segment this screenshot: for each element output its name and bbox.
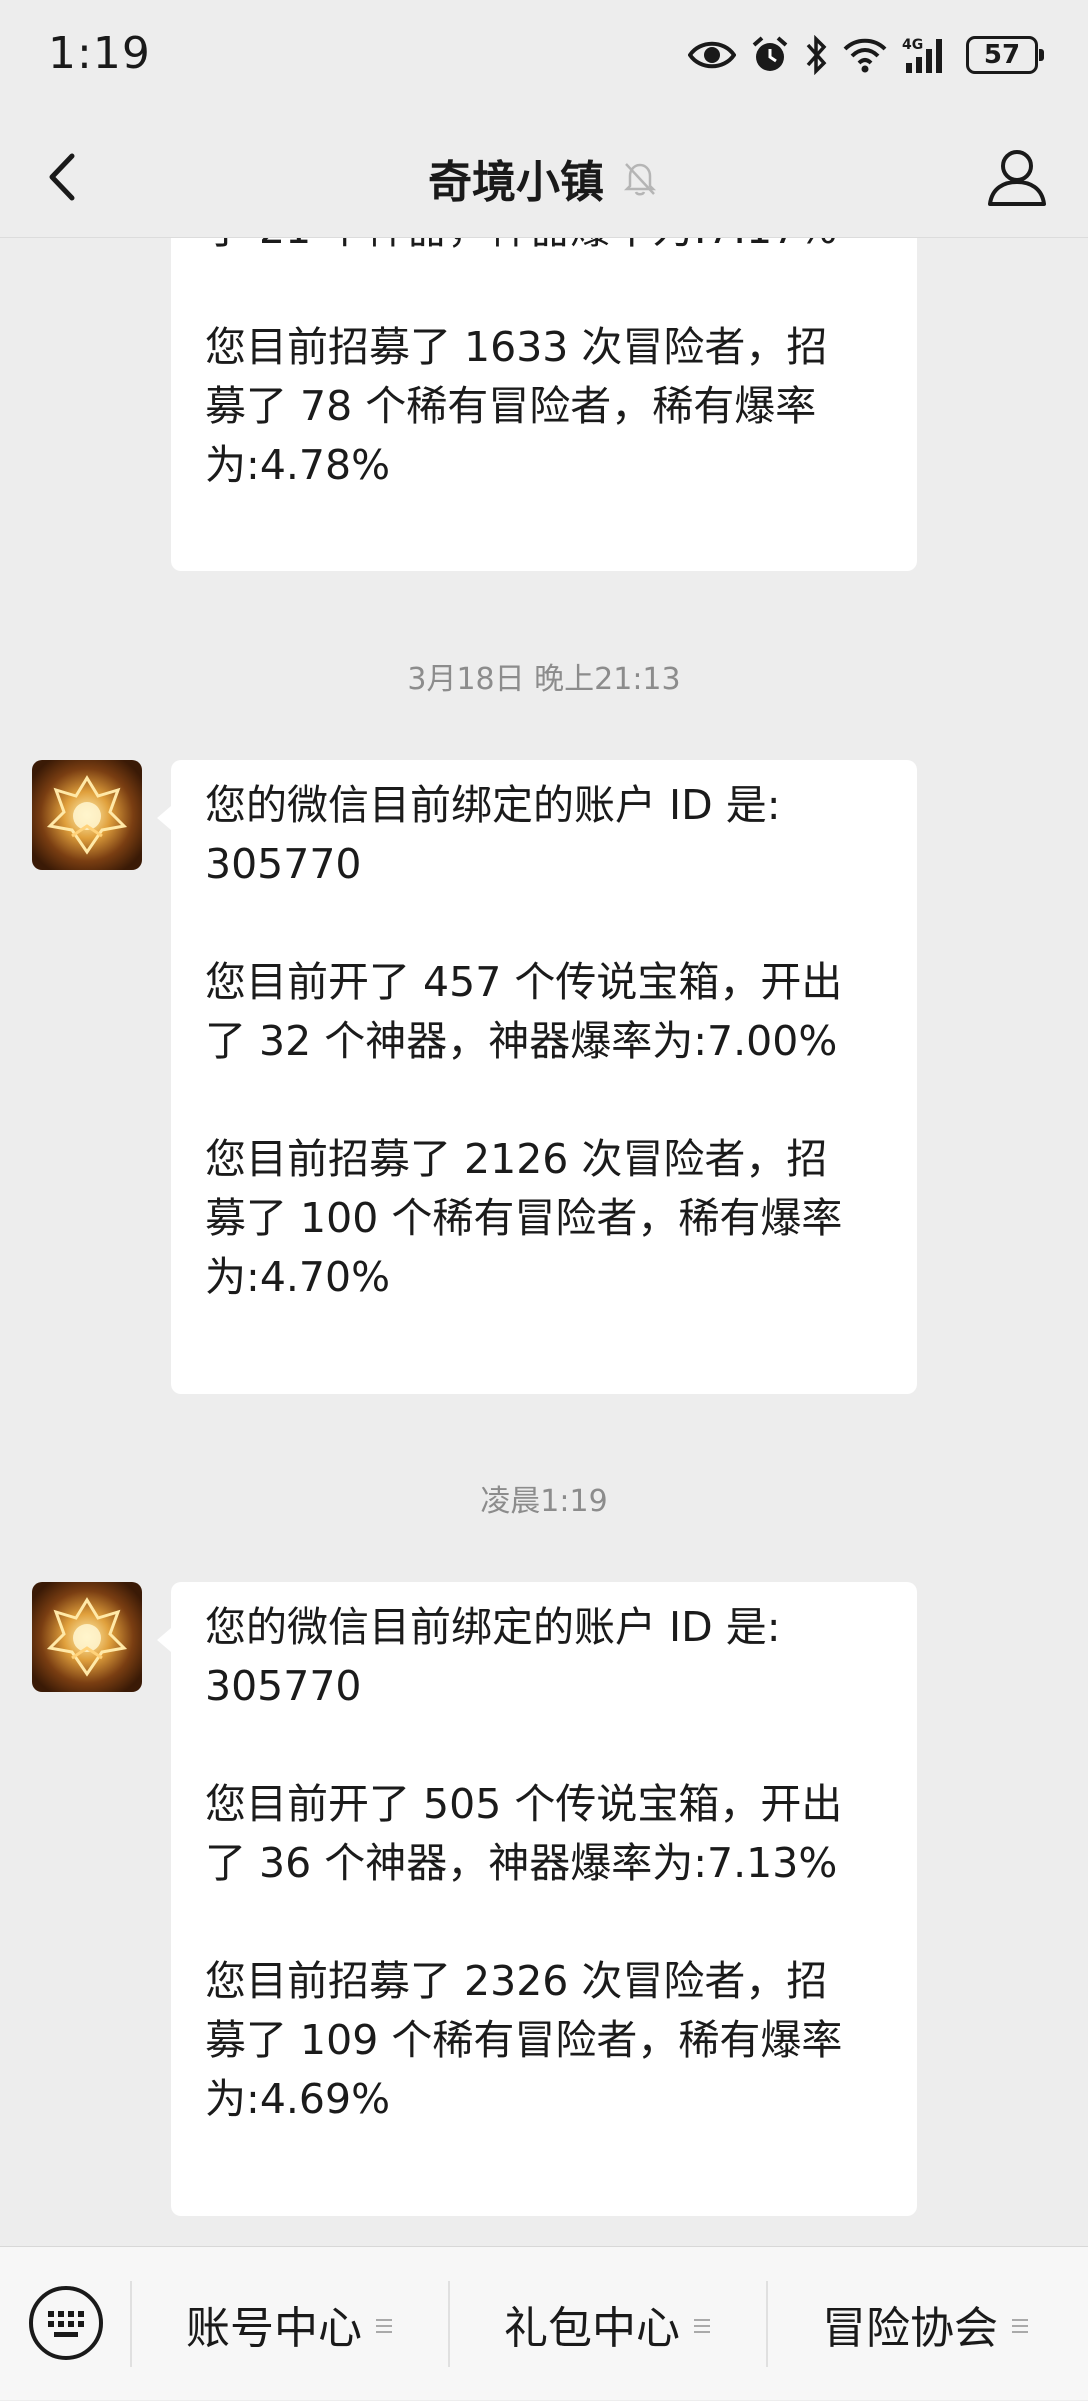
profile-icon [988, 150, 1046, 206]
signal-4g-icon: 4G [902, 37, 942, 73]
status-time: 1:19 [48, 28, 151, 79]
message-paragraph: 了 21 个神器，神器爆率为:7.17% [205, 238, 887, 259]
battery-level: 57 [983, 40, 1021, 70]
message-paragraph: 您的微信目前绑定的账户 ID 是: 305770 [205, 1603, 781, 1710]
profile-button[interactable] [982, 142, 1052, 212]
message-bubble[interactable]: 您的微信目前绑定的账户 ID 是: 305770 您目前开了 505 个传说宝箱… [157, 1582, 917, 2216]
menu-icon [694, 2319, 710, 2333]
menu-icon [376, 2319, 392, 2333]
menu-item-account-center[interactable]: 账号中心 [130, 2247, 448, 2401]
status-bar: 1:19 4G 57 [0, 0, 1088, 112]
wifi-icon [843, 38, 887, 73]
svg-text:4G: 4G [902, 37, 923, 53]
avatar-icon [32, 760, 142, 870]
message-bubble[interactable]: 您的微信目前绑定的账户 ID 是: 305770 您目前开了 457 个传说宝箱… [157, 760, 917, 1394]
menu-icon [1012, 2319, 1028, 2333]
avatar-icon [32, 1582, 142, 1692]
chat-header: 奇境小镇 [0, 112, 1088, 238]
menu-item-gift-center[interactable]: 礼包中心 [448, 2247, 766, 2401]
mute-bell-icon [623, 163, 657, 196]
bluetooth-icon [806, 35, 827, 75]
message-timestamp: 凌晨1:19 [480, 1484, 608, 1519]
keyboard-icon [29, 2286, 103, 2360]
menu-item-adventure-guild[interactable]: 冒险协会 [766, 2247, 1084, 2401]
alarm-icon [752, 36, 788, 71]
message-timestamp: 3月18日 晚上21:13 [407, 662, 681, 697]
message-paragraph: 您目前开了 505 个传说宝箱，开出 了 36 个神器，神器爆率为:7.13% [205, 1780, 843, 1887]
eye-icon [688, 41, 736, 69]
menu-item-label: 冒险协会 [822, 2303, 998, 2354]
battery-icon: 57 [966, 36, 1044, 74]
status-icons: 4G 57 [688, 30, 1044, 80]
bottom-menu-bar: 账号中心 礼包中心 冒险协会 [0, 2246, 1088, 2400]
message-paragraph: 您目前开了 457 个传说宝箱，开出 了 32 个神器，神器爆率为:7.00% [205, 958, 843, 1065]
message-paragraph: 您目前招募了 1633 次冒险者，招 募了 78 个稀有冒险者，稀有爆率 为:4… [205, 323, 828, 489]
avatar[interactable] [32, 760, 142, 870]
menu-item-label: 账号中心 [186, 2303, 362, 2354]
chat-message-list[interactable]: 了 21 个神器，神器爆率为:7.17% 您目前招募了 1633 次冒险者，招 … [0, 238, 1088, 2246]
message-paragraph: 您目前招募了 2126 次冒险者，招 募了 100 个稀有冒险者，稀有爆率 为:… [205, 1135, 843, 1301]
keyboard-toggle-button[interactable] [26, 2283, 106, 2363]
menu-item-label: 礼包中心 [504, 2303, 680, 2354]
message-paragraph: 您的微信目前绑定的账户 ID 是: 305770 [205, 781, 781, 888]
message-paragraph: 您目前招募了 2326 次冒险者，招 募了 109 个稀有冒险者，稀有爆率 为:… [205, 1957, 843, 2123]
message-bubble[interactable]: 了 21 个神器，神器爆率为:7.17% 您目前招募了 1633 次冒险者，招 … [171, 238, 917, 571]
page-title: 奇境小镇 [428, 157, 604, 208]
avatar[interactable] [32, 1582, 142, 1692]
